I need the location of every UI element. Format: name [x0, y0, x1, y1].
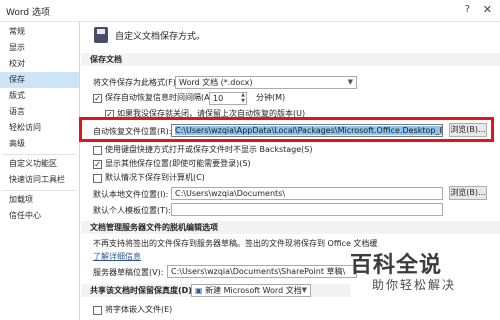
template-location-input[interactable] — [171, 203, 443, 216]
window-title: Word 选项 — [6, 8, 50, 18]
offline-notice-text: 不再支持将签出的文件保存到服务器草稿。签出的文件现将保存到 Office 文档缓 — [93, 239, 378, 248]
sidebar-item-advanced[interactable]: 高级 — [0, 136, 79, 152]
local-location-input[interactable]: C:\Users\wzqia\Documents\ — [171, 187, 443, 200]
document-icon: ▣ — [195, 286, 206, 295]
spinner-arrows-icon: ▲ ▼ — [241, 92, 245, 104]
keyboard-backstage-label: 使用键盘快捷方式打开或保存文件时不显示 Backstage(S) — [105, 145, 313, 154]
autosave-minutes-spinner[interactable]: 10 ▲ ▼ — [209, 92, 247, 105]
preserve-fidelity-label: 共享该文档时保留保真度(D): — [90, 286, 196, 295]
sidebar-item-language[interactable]: 语言 — [0, 104, 79, 120]
sidebar-item-general[interactable]: 常规 — [0, 24, 79, 40]
highlight-annotation — [79, 117, 494, 142]
embed-fonts-label: 将字体嵌入文件(E) — [105, 305, 173, 314]
embed-fonts-checkbox[interactable] — [93, 306, 102, 315]
save-format-dropdown[interactable]: Word 文档 (*.docx) ▼ — [175, 76, 357, 89]
server-drafts-label: 服务器草稿位置(V): — [93, 268, 164, 277]
save-to-computer-checkbox[interactable] — [93, 174, 102, 183]
sidebar-item-accessibility[interactable]: 轻松访问 — [0, 120, 79, 136]
minutes-unit-label: 分钟(M) — [256, 93, 286, 102]
section-save-documents: 保存文档 — [81, 53, 500, 66]
local-location-label: 默认本地文件位置(I): — [93, 190, 169, 199]
sidebar-item-display[interactable]: 显示 — [0, 40, 79, 56]
options-sidebar: 常规 显示 校对 保存 版式 语言 轻松访问 高级 自定义功能区 快速访问工具栏… — [0, 22, 80, 320]
section-offline-editing: 文档管理服务器文件的脱机编辑选项 — [81, 221, 500, 234]
chevron-down-icon: ▼ — [301, 286, 307, 294]
watermark-subtitle: 助你轻松解决 — [372, 278, 457, 292]
help-icon[interactable]: ? — [465, 4, 470, 15]
sidebar-item-add-ins[interactable]: 加载项 — [0, 192, 79, 208]
show-more-locations-label: 显示其他保存位置(即使可能需要登录)(S) — [105, 159, 251, 168]
autosave-minutes-value: 10 — [213, 94, 224, 103]
sidebar-item-layout[interactable]: 版式 — [0, 88, 79, 104]
sidebar-item-customize-ribbon[interactable]: 自定义功能区 — [0, 156, 79, 172]
autosave-label: 保存自动恢复信息时间间隔(A) — [105, 93, 213, 102]
fidelity-document-dropdown[interactable]: ▣ 新建 Microsoft Word 文档 ▼ — [191, 284, 311, 297]
keyboard-backstage-checkbox[interactable] — [93, 146, 102, 155]
page-title: 自定义文档保存方式。 — [115, 32, 206, 42]
sidebar-item-proofing[interactable]: 校对 — [0, 56, 79, 72]
save-to-computer-label: 默认情况下保存到计算机(C) — [105, 173, 205, 182]
local-location-browse-button[interactable]: 浏览(B)... — [449, 186, 487, 200]
sidebar-item-quick-access-toolbar[interactable]: 快速访问工具栏 — [0, 172, 79, 188]
template-location-label: 默认个人模板位置(T): — [93, 206, 171, 215]
show-more-locations-checkbox[interactable]: ✓ — [93, 160, 102, 169]
chevron-down-icon: ▼ — [347, 78, 353, 86]
sidebar-item-save[interactable]: 保存 — [0, 72, 79, 88]
save-format-label: 将文件保存为此格式(F): — [93, 78, 179, 87]
sidebar-item-trust-center[interactable]: 信任中心 — [0, 208, 79, 224]
sidebar-divider — [2, 190, 76, 191]
sidebar-divider — [2, 154, 76, 155]
watermark-title: 百科全说 — [350, 253, 443, 278]
server-drafts-input[interactable]: C:\Users\wzqia\Documents\SharePoint 草稿\ — [167, 265, 357, 278]
title-bar: Word 选项 ? ✕ — [0, 0, 500, 22]
fidelity-document-value: 新建 Microsoft Word 文档 — [205, 286, 302, 295]
save-icon — [94, 27, 108, 43]
autosave-checkbox[interactable]: ✓ — [93, 94, 102, 103]
close-icon[interactable]: ✕ — [483, 3, 492, 16]
learn-more-link[interactable]: 了解详细信息 — [93, 251, 141, 263]
save-format-value: Word 文档 (*.docx) — [179, 78, 253, 87]
